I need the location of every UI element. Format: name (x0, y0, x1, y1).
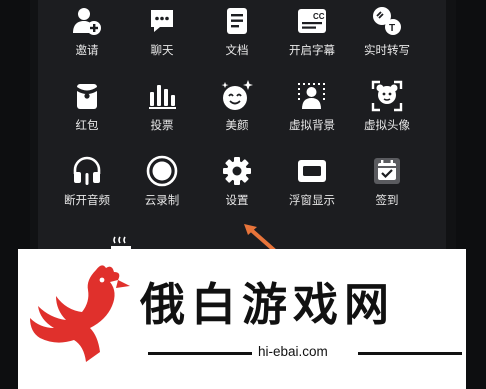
check-in-calendar-icon (370, 154, 404, 188)
invite-button[interactable]: 邀请 (47, 4, 127, 64)
settings-button[interactable]: 设置 (197, 154, 277, 214)
virtual-avatar-icon (370, 79, 404, 113)
pointer-arrow (240, 222, 280, 252)
add-person-icon (70, 4, 104, 38)
beauty-button[interactable]: 美颜 (197, 79, 277, 139)
document-button[interactable]: 文档 (197, 4, 277, 64)
red-packet-label: 红包 (75, 120, 99, 132)
virtual-avatar-button[interactable]: 虚拟头像 (347, 79, 427, 139)
brand-name: 俄白游戏网 (140, 278, 396, 331)
red-packet-button[interactable]: 红包 (47, 79, 127, 139)
rooster-logo (26, 262, 138, 366)
site-url: hi-ebai.com (258, 344, 328, 359)
floating-window-button[interactable]: 浮窗显示 (272, 154, 352, 214)
cloud-record-button[interactable]: 云录制 (122, 154, 202, 214)
speech-to-text-icon: T (370, 4, 404, 38)
virtual-avatar-label: 虚拟头像 (364, 120, 410, 132)
partial-icon (110, 236, 132, 250)
chat-button[interactable]: 聊天 (122, 4, 202, 64)
settings-label: 设置 (225, 195, 249, 207)
chat-bubble-icon (145, 4, 179, 38)
transcribe-button[interactable]: T 实时转写 (347, 4, 427, 64)
virtual-background-button[interactable]: 虚拟背景 (272, 79, 352, 139)
divider-right (358, 352, 462, 355)
svg-text:CC: CC (313, 12, 325, 21)
svg-text:T: T (389, 23, 395, 34)
headphones-icon (70, 154, 104, 188)
virtual-background-label: 虚拟背景 (289, 120, 335, 132)
disconnect-audio-button[interactable]: 断开音频 (47, 154, 127, 214)
virtual-background-icon (295, 79, 329, 113)
document-label: 文档 (225, 45, 249, 57)
beauty-face-icon (220, 79, 254, 113)
red-packet-icon (70, 79, 104, 113)
check-in-label: 签到 (375, 195, 399, 207)
cloud-record-label: 云录制 (144, 195, 180, 207)
captions-button[interactable]: CC 开启字幕 (272, 4, 352, 64)
gear-icon (220, 154, 254, 188)
captions-label: 开启字幕 (289, 45, 335, 57)
invite-label: 邀请 (75, 45, 99, 57)
vote-button[interactable]: 投票 (122, 79, 202, 139)
document-icon (220, 4, 254, 38)
check-in-button[interactable]: 签到 (347, 154, 427, 214)
chat-label: 聊天 (150, 45, 174, 57)
bar-chart-icon (145, 79, 179, 113)
transcribe-label: 实时转写 (364, 45, 410, 57)
floating-window-label: 浮窗显示 (289, 195, 335, 207)
floating-window-icon (295, 154, 329, 188)
closed-caption-icon: CC (295, 4, 329, 38)
record-icon (145, 154, 179, 188)
divider-left (148, 352, 252, 355)
beauty-label: 美颜 (225, 120, 249, 132)
disconnect-audio-label: 断开音频 (64, 195, 110, 207)
vote-label: 投票 (150, 120, 174, 132)
